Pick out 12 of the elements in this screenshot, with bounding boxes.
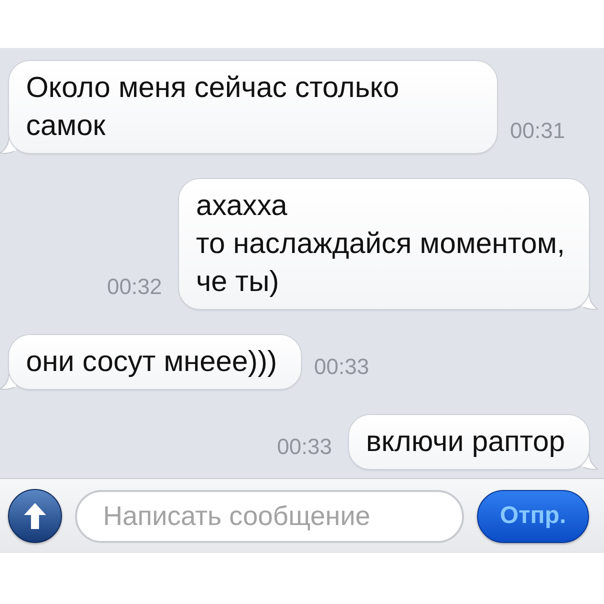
timestamp: 00:33: [314, 354, 370, 380]
message-text: ахахха то наслаждайся моментом, че ты): [196, 189, 565, 300]
arrow-up-icon: [24, 503, 46, 529]
upload-button[interactable]: [8, 489, 62, 543]
message-text: Около меня сейчас столько самок: [26, 71, 400, 144]
message-text: они сосут мнеее))): [26, 345, 278, 380]
message-text: включи раптор: [366, 425, 565, 460]
timestamp: 00:32: [106, 274, 162, 300]
timestamp: 00:33: [276, 434, 332, 460]
send-button[interactable]: Отпр.: [477, 490, 589, 542]
timestamp: 00:31: [510, 118, 566, 144]
message-input[interactable]: Написать сообщение: [75, 490, 464, 542]
